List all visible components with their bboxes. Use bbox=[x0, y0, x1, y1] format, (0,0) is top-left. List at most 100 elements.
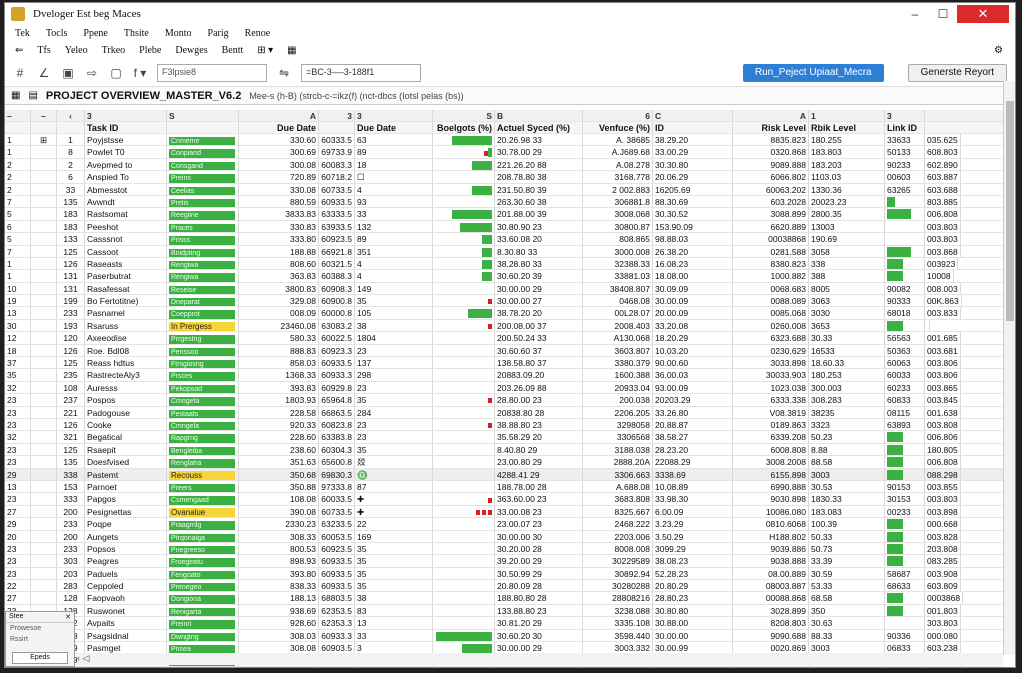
risk-level-2-cell[interactable]: 60063 bbox=[885, 357, 925, 369]
due-date-cell[interactable]: 898.93 bbox=[239, 555, 319, 567]
column-header[interactable] bbox=[5, 122, 31, 133]
progress-cell[interactable] bbox=[433, 282, 495, 295]
value-cell[interactable]: 60333.5 bbox=[319, 134, 355, 146]
table-row[interactable]: 23 126 Cooke Cmngela 920.33 60823.8 23 38.88.80… bbox=[5, 418, 1005, 432]
risk-level-cell[interactable]: 53.33 bbox=[809, 580, 885, 592]
menu-item[interactable]: Monto bbox=[165, 28, 192, 39]
risk-level-2-cell[interactable]: 50363 bbox=[885, 344, 925, 357]
marker-cell[interactable]: 3 bbox=[355, 642, 433, 654]
task-name-cell[interactable]: Poyjstsse bbox=[85, 134, 167, 146]
progress-cell[interactable] bbox=[433, 518, 495, 530]
column-letter[interactable]: 3 bbox=[85, 110, 167, 121]
budget-cell[interactable]: 30.20.00 28 bbox=[495, 542, 583, 555]
due-date-cell[interactable]: 3800.83 bbox=[239, 282, 319, 295]
link-id-cell[interactable]: 303.803 bbox=[925, 617, 961, 629]
column-header[interactable] bbox=[57, 122, 85, 133]
progress-cell[interactable] bbox=[433, 220, 495, 233]
value-cell[interactable]: 60933.3 bbox=[319, 369, 355, 381]
id-cell[interactable]: 1023.038 bbox=[733, 381, 809, 394]
budget-cell[interactable]: 30.60.20 39 bbox=[495, 270, 583, 282]
progress-cell[interactable] bbox=[433, 542, 495, 555]
link-id-cell[interactable]: 603.809 bbox=[925, 580, 961, 592]
table-row[interactable]: 10 131 Rasafessat Reseise 3800.83 60908.3 149 3… bbox=[5, 282, 1005, 296]
row-toggle[interactable] bbox=[31, 480, 57, 493]
id-cell[interactable]: 6339.208 bbox=[733, 431, 809, 443]
id-cell[interactable]: 0230.629 bbox=[733, 344, 809, 357]
task-name-cell[interactable]: Ceppoled bbox=[85, 580, 167, 592]
table-row[interactable]: 5 183 Rastsomat Reegiine 3833.83 63333.5 33 201… bbox=[5, 208, 1005, 221]
task-name-cell[interactable]: Aungets bbox=[85, 530, 167, 542]
budget-cell[interactable]: 4288.41 29 bbox=[495, 468, 583, 480]
status-cell[interactable]: Cmngela bbox=[167, 418, 239, 431]
actual-spend-cell[interactable]: 30800.87 bbox=[583, 220, 653, 233]
status-cell[interactable]: Renigarta bbox=[167, 604, 239, 617]
budget-cell[interactable]: 30.00.00 29 bbox=[495, 282, 583, 295]
value-cell[interactable]: 60933.5 bbox=[319, 580, 355, 592]
marker-cell[interactable]: 149 bbox=[355, 282, 433, 295]
link-id-cell[interactable]: 003.806 bbox=[925, 369, 961, 381]
budget-cell[interactable]: 38.78.20 20 bbox=[495, 307, 583, 319]
variance-cell[interactable]: 28.80.23 bbox=[653, 592, 733, 604]
value-cell[interactable]: 68803.5 bbox=[319, 592, 355, 604]
risk-level-cell[interactable]: 30.59 bbox=[809, 567, 885, 580]
id-cell[interactable]: 0085.068 bbox=[733, 307, 809, 319]
risk-level-2-cell[interactable] bbox=[885, 233, 925, 245]
marker-cell[interactable]: ♎ bbox=[355, 468, 433, 480]
actual-spend-cell[interactable]: 2206.205 bbox=[583, 406, 653, 418]
row-toggle[interactable] bbox=[31, 592, 57, 604]
value-cell[interactable]: 62353.3 bbox=[319, 617, 355, 629]
row-toggle[interactable] bbox=[31, 518, 57, 530]
link-id-cell[interactable]: 603.887 bbox=[925, 171, 961, 183]
row-toggle[interactable]: ⊞ bbox=[31, 134, 57, 146]
variance-cell[interactable]: 30.30.52 bbox=[653, 208, 733, 220]
task-name-cell[interactable]: Paserbutrat bbox=[85, 270, 167, 282]
id-cell[interactable]: 6155.898 bbox=[733, 468, 809, 480]
status-cell[interactable]: Froegeatu bbox=[167, 555, 239, 567]
task-name-cell[interactable]: Powlet T0 bbox=[85, 146, 167, 158]
value-cell[interactable]: 60718.2 bbox=[319, 171, 355, 183]
due-date-cell[interactable]: 228.60 bbox=[239, 431, 319, 443]
risk-level-cell[interactable]: 30.53 bbox=[809, 480, 885, 493]
status-cell[interactable]: Praces bbox=[167, 220, 239, 233]
task-name-cell[interactable]: Auresss bbox=[85, 381, 167, 394]
link-id-cell[interactable]: 088.298 bbox=[925, 468, 961, 480]
id-cell[interactable]: 00088.868 bbox=[733, 592, 809, 604]
id-cell[interactable]: 0020.869 bbox=[733, 642, 809, 654]
link-id-cell[interactable]: 003.868 bbox=[925, 245, 961, 257]
marker-cell[interactable]: 83 bbox=[355, 604, 433, 617]
actual-spend-cell[interactable]: 28808216 bbox=[583, 592, 653, 604]
budget-cell[interactable]: 208.78.80 38 bbox=[495, 171, 583, 183]
budget-cell[interactable]: 30.50.99 29 bbox=[495, 567, 583, 580]
menu2-item[interactable]: Tfs bbox=[37, 45, 50, 56]
column-header[interactable]: Link ID bbox=[885, 122, 925, 133]
column-header[interactable]: Risk Level bbox=[733, 122, 809, 133]
row-toggle[interactable] bbox=[31, 357, 57, 369]
budget-cell[interactable]: 203.26.09 88 bbox=[495, 381, 583, 394]
value-cell[interactable]: 60022.5 bbox=[319, 332, 355, 344]
progress-cell[interactable] bbox=[433, 567, 495, 580]
column-letter[interactable]: S bbox=[433, 110, 495, 121]
table-row[interactable]: 1 131 Paserbutrat Rengiwa 363.83 60388.3 4 30.6… bbox=[5, 270, 1005, 283]
budget-cell[interactable]: 20883.09.20 bbox=[495, 369, 583, 381]
marker-cell[interactable]: 35 bbox=[355, 443, 433, 456]
task-name-cell[interactable]: Paduels bbox=[85, 567, 167, 580]
table-row[interactable]: 23 125 Rsaepit Bengleiba 238.60 60304.3 35 8.40… bbox=[5, 443, 1005, 457]
status-cell[interactable]: Preers bbox=[167, 480, 239, 493]
actual-spend-cell[interactable]: 8008.008 bbox=[583, 542, 653, 555]
variance-cell[interactable]: 52.28.23 bbox=[653, 567, 733, 580]
table-row[interactable]: 30 193 Rsaruss In Prergess 23460.08 63083.2 38… bbox=[5, 319, 1005, 333]
marker-cell[interactable]: 23 bbox=[355, 431, 433, 443]
actual-spend-cell[interactable]: A.J689.68 bbox=[583, 146, 653, 158]
progress-cell[interactable] bbox=[433, 642, 495, 654]
table-row[interactable]: 23128RuswonetRenigarta938.6962353.583133… bbox=[5, 604, 1005, 618]
status-cell[interactable]: Reegiine bbox=[167, 208, 239, 220]
row-toggle[interactable] bbox=[31, 505, 57, 518]
table-row[interactable]: 2 33 Abmesstot Ceelias 330.08 60733.5 4 231.50.… bbox=[5, 183, 1005, 196]
table-row[interactable]: 13 153 Parnoet Preers 350.88 97333.8 87 188.78.… bbox=[5, 480, 1005, 494]
status-cell[interactable]: Consgand bbox=[167, 158, 239, 171]
marker-cell[interactable]: 87 bbox=[355, 480, 433, 493]
risk-level-cell[interactable]: 100.39 bbox=[809, 518, 885, 530]
progress-cell[interactable] bbox=[433, 604, 495, 617]
risk-level-cell[interactable]: 30.33 bbox=[809, 332, 885, 344]
task-name-cell[interactable]: Abmesstot bbox=[85, 183, 167, 195]
